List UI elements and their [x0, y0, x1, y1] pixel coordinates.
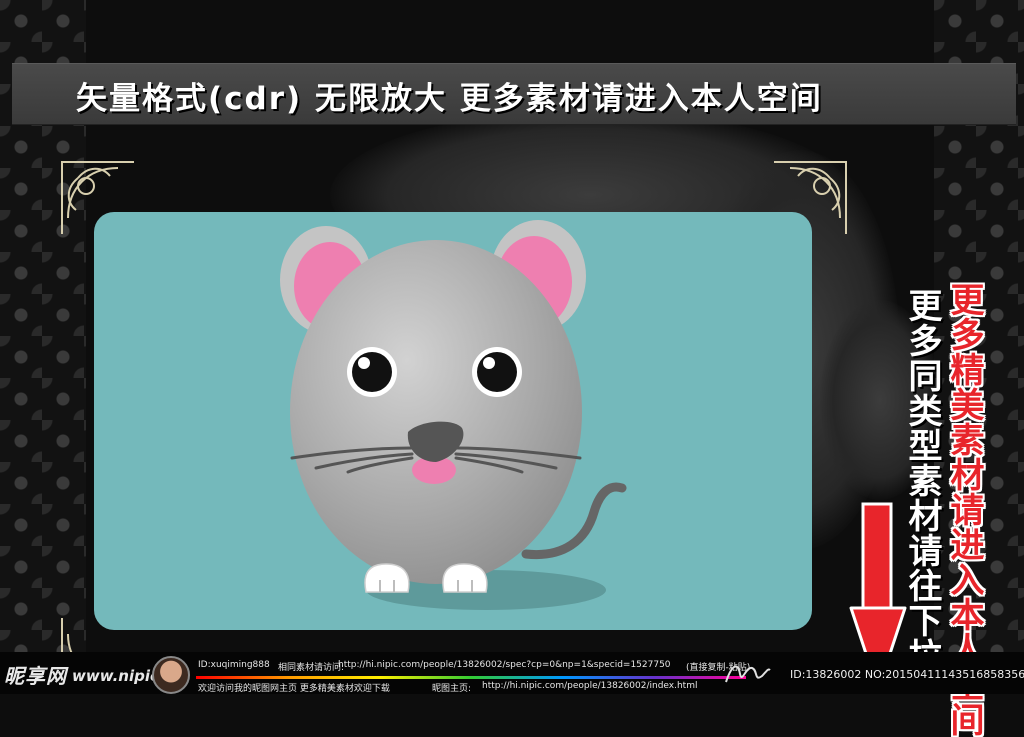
- footer-visit-label: 相同素材请访问:: [278, 663, 345, 673]
- signature: [725, 665, 771, 683]
- right-eye-pupil: [477, 352, 517, 392]
- footer-home-label: 昵图主页:: [432, 684, 472, 694]
- image-id-stamp: ID:13826002 NO:20150411143516858356: [790, 668, 1024, 681]
- mouse-illustration: [280, 220, 627, 610]
- banner-title: 矢量格式(cdr) 无限放大 更多素材请进入本人空间: [76, 81, 823, 117]
- footer-logo[interactable]: 昵享网: [4, 660, 67, 689]
- left-eye-shine: [358, 357, 370, 369]
- avatar[interactable]: [152, 656, 190, 694]
- footer-rainbow-divider: [196, 676, 746, 679]
- left-eye-pupil: [352, 352, 392, 392]
- footer-id: ID:xuqiming888: [198, 660, 270, 670]
- footer-home-link[interactable]: http://hi.nipic.com/people/13826002/inde…: [482, 681, 697, 691]
- footer-welcome: 欢迎访问我的昵图网主页 更多精美素材欢迎下载: [198, 684, 390, 694]
- right-eye-shine: [483, 357, 495, 369]
- sidebar-promo-white: 更多同类型素材请往下拉: [902, 288, 942, 673]
- footer-visit-link[interactable]: http://hi.nipic.com/people/13826002/spec…: [338, 660, 671, 670]
- mouse-body: [290, 240, 582, 584]
